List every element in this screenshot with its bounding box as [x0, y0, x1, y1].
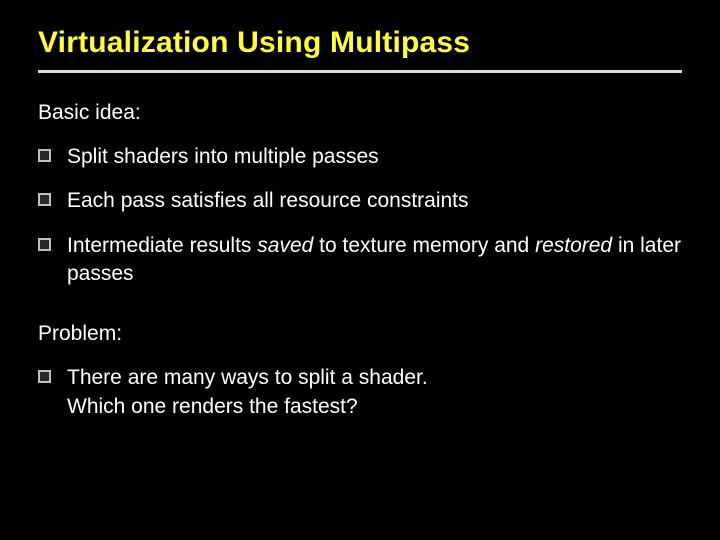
bullet-text: Split shaders into multiple passes — [67, 143, 379, 171]
list-item: Intermediate results saved to texture me… — [38, 232, 682, 289]
bullet-text: There are many ways to split a shader.Wh… — [67, 364, 428, 421]
slide: Virtualization Using Multipass Basic ide… — [0, 0, 720, 540]
square-bullet-icon — [38, 193, 51, 206]
section-heading: Basic idea: — [38, 101, 682, 125]
square-bullet-icon — [38, 370, 51, 383]
list-item: There are many ways to split a shader.Wh… — [38, 364, 682, 421]
bullet-text: Each pass satisfies all resource constra… — [67, 187, 469, 215]
bullet-list: There are many ways to split a shader.Wh… — [38, 364, 682, 421]
square-bullet-icon — [38, 149, 51, 162]
title-rule — [38, 70, 682, 73]
square-bullet-icon — [38, 238, 51, 251]
bullet-text: Intermediate results saved to texture me… — [67, 232, 682, 289]
list-item: Split shaders into multiple passes — [38, 143, 682, 171]
section-1: Problem: There are many ways to split a … — [38, 322, 682, 421]
section-0: Basic idea: Split shaders into multiple … — [38, 101, 682, 288]
slide-title: Virtualization Using Multipass — [38, 26, 682, 60]
list-item: Each pass satisfies all resource constra… — [38, 187, 682, 215]
section-heading: Problem: — [38, 322, 682, 346]
bullet-list: Split shaders into multiple passes Each … — [38, 143, 682, 288]
